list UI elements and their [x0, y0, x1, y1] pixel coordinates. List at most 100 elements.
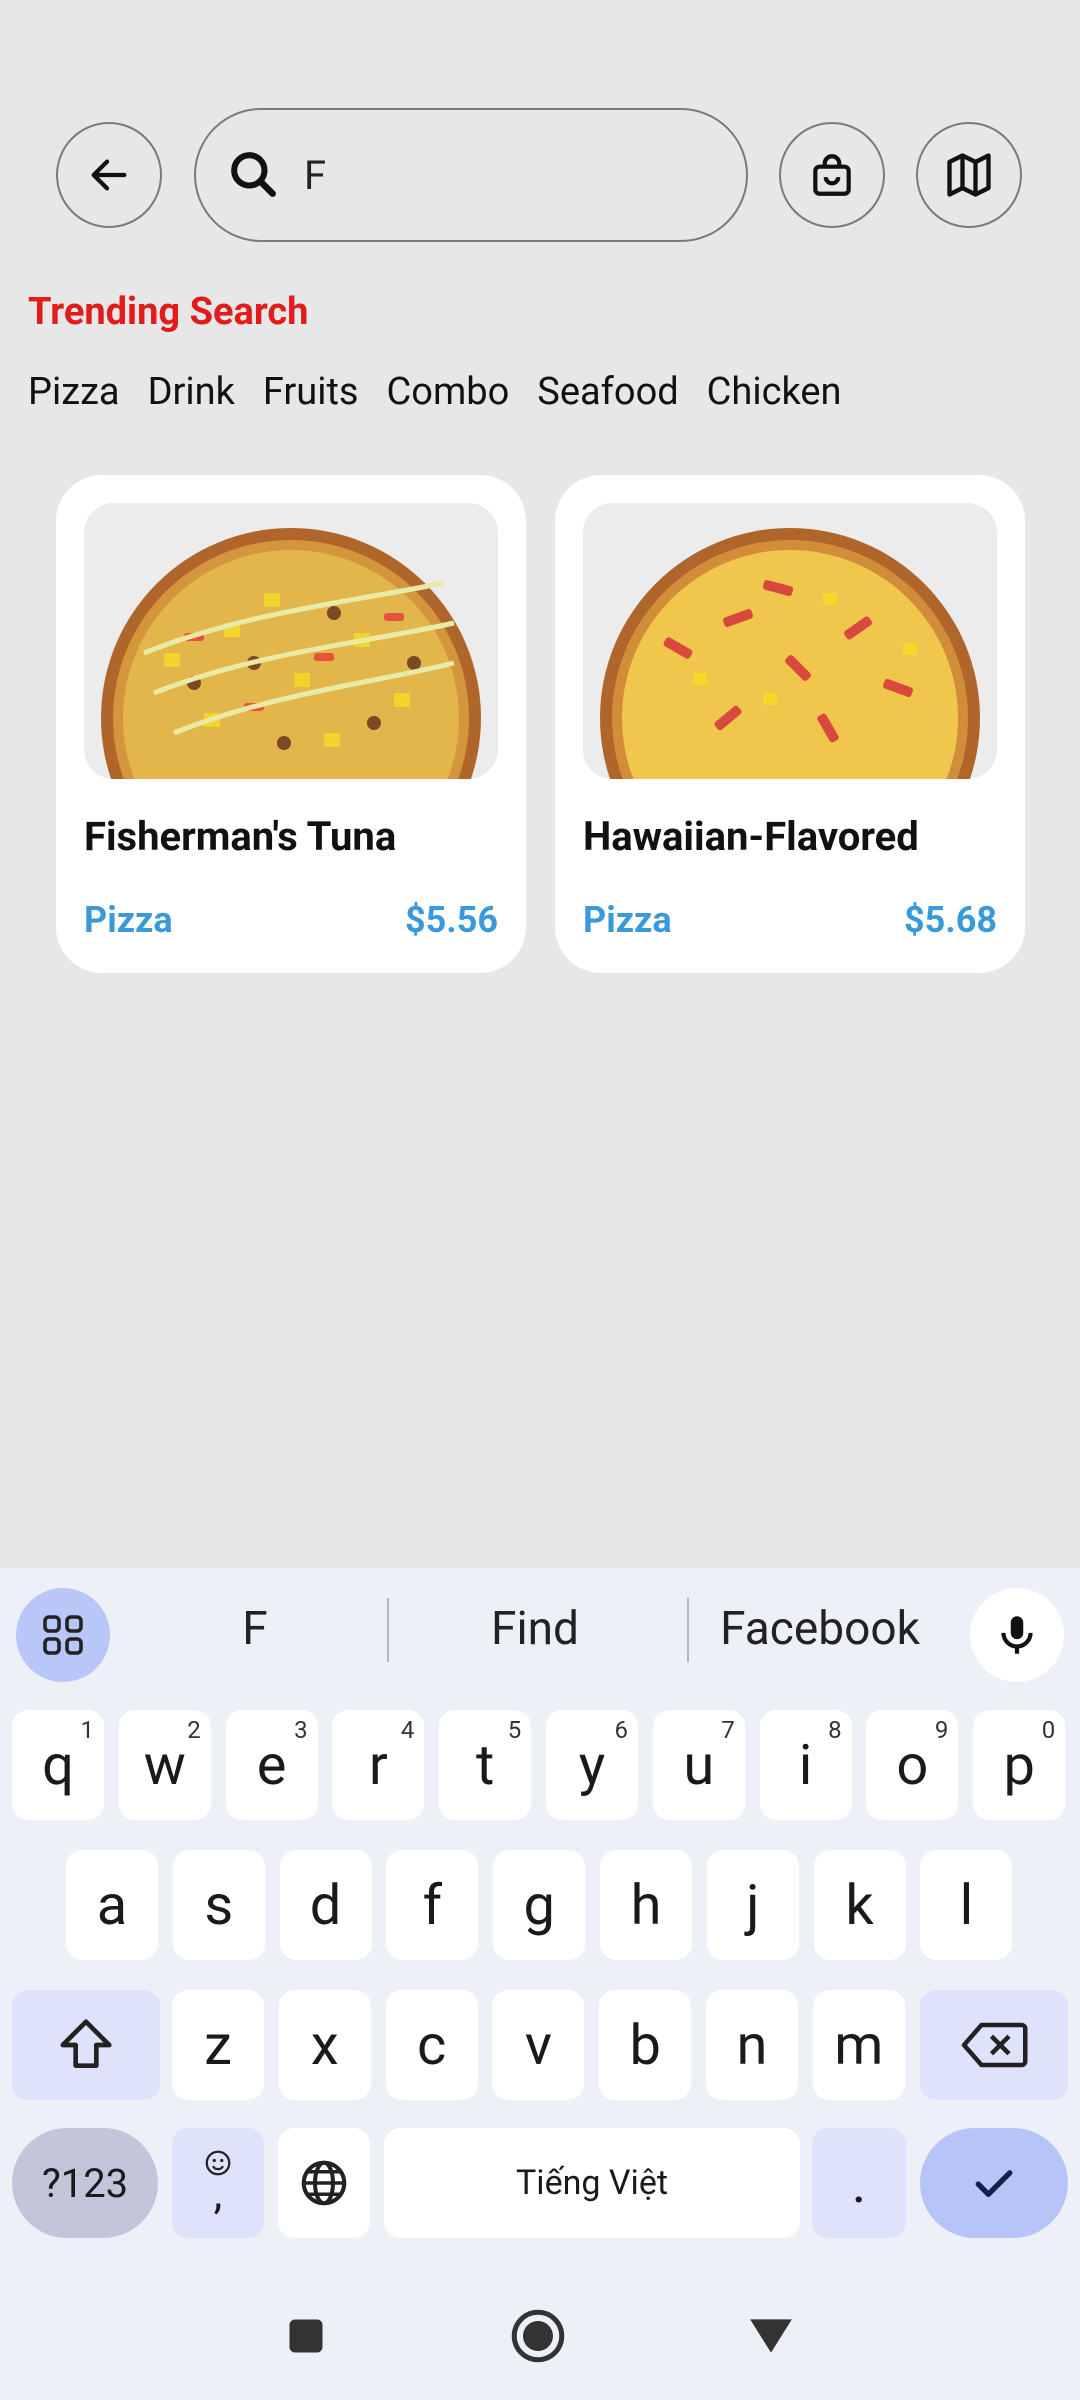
key-p[interactable]: p0	[973, 1710, 1066, 1820]
trending-search-title: Trending Search	[28, 290, 309, 334]
key-label: p	[1003, 1732, 1035, 1798]
voice-input-button[interactable]	[970, 1588, 1064, 1682]
symbols-key[interactable]: ?123	[12, 2128, 158, 2238]
search-field[interactable]: F	[194, 108, 748, 242]
key-j[interactable]: j	[706, 1850, 799, 1960]
trending-tags: Pizza Drink Fruits Combo Seafood Chicken	[28, 370, 842, 414]
search-icon	[231, 152, 276, 197]
key-t[interactable]: t5	[439, 1710, 532, 1820]
suggestion-divider	[387, 1598, 389, 1662]
microphone-icon	[1001, 1616, 1033, 1654]
arrow-left-icon	[91, 159, 127, 191]
suggestion-2[interactable]: Find	[430, 1602, 640, 1656]
period-key[interactable]: .	[812, 2128, 906, 2238]
product-category: Pizza	[583, 899, 672, 941]
key-number-hint: 9	[934, 1716, 949, 1744]
key-number-hint: 5	[507, 1716, 522, 1744]
recent-apps-icon[interactable]	[284, 2314, 328, 2358]
key-number-hint: 4	[400, 1716, 415, 1744]
backspace-icon	[961, 2022, 1028, 2068]
tag-seafood[interactable]: Seafood	[537, 370, 678, 414]
key-i[interactable]: i8	[759, 1710, 852, 1820]
key-u[interactable]: u7	[652, 1710, 745, 1820]
suggestion-3[interactable]: Facebook	[700, 1602, 940, 1656]
keyboard-apps-button[interactable]	[16, 1588, 110, 1682]
key-label: r	[368, 1732, 388, 1798]
key-label: o	[896, 1732, 929, 1798]
key-w[interactable]: w2	[118, 1710, 211, 1820]
product-category: Pizza	[84, 899, 173, 941]
key-label: y	[578, 1732, 606, 1798]
globe-icon	[301, 2160, 347, 2206]
key-label: w	[143, 1732, 186, 1798]
key-number-hint: 2	[187, 1716, 201, 1744]
key-q[interactable]: q1	[12, 1710, 104, 1820]
product-name: Fisherman's Tuna	[84, 813, 397, 860]
key-e[interactable]: e3	[225, 1710, 318, 1820]
comma-label: ,	[213, 2167, 223, 2219]
product-image	[583, 503, 997, 779]
enter-key[interactable]	[920, 2128, 1068, 2238]
suggestion-divider	[687, 1598, 689, 1662]
key-k[interactable]: k	[813, 1850, 906, 1960]
key-v[interactable]: v	[492, 1990, 585, 2100]
product-card[interactable]: Hawaiian-Flavored Pizza $5.68	[555, 475, 1025, 973]
key-b[interactable]: b	[599, 1990, 692, 2100]
key-r[interactable]: r4	[332, 1710, 425, 1820]
key-s[interactable]: s	[172, 1850, 265, 1960]
system-nav-bar	[0, 2284, 1080, 2400]
key-number-hint: 7	[721, 1716, 735, 1744]
soft-keyboard: F Find Facebook ?123 , Tiếng Việt . q 1 …	[0, 1568, 1080, 2400]
key-g[interactable]: g	[493, 1850, 586, 1960]
key-label: q	[42, 1732, 74, 1798]
product-image	[84, 503, 498, 779]
key-x[interactable]: x	[278, 1990, 371, 2100]
suggestion-bar: F Find Facebook	[0, 1568, 1080, 1688]
key-number-hint: 6	[614, 1716, 629, 1744]
product-price: $5.68	[903, 899, 997, 941]
backspace-key[interactable]	[920, 1990, 1068, 2100]
product-name: Hawaiian-Flavored	[583, 813, 919, 860]
key-number-hint: 0	[1041, 1716, 1056, 1744]
home-icon[interactable]	[508, 2306, 568, 2366]
shift-key[interactable]	[12, 1990, 160, 2100]
key-l[interactable]: l	[920, 1850, 1013, 1960]
check-icon	[975, 2170, 1013, 2197]
search-input[interactable]: F	[304, 152, 326, 199]
back-nav-icon[interactable]	[746, 2314, 796, 2358]
key-n[interactable]: n	[706, 1990, 798, 2100]
language-key[interactable]	[278, 2128, 370, 2238]
shift-arrow-icon	[60, 2019, 112, 2068]
key-label: i	[798, 1732, 813, 1798]
suggestion-1[interactable]: F	[155, 1602, 355, 1656]
key-z[interactable]: z	[172, 1990, 264, 2100]
grid-icon	[43, 1615, 83, 1655]
shopping-bag-icon	[813, 154, 851, 196]
key-y[interactable]: y6	[546, 1710, 638, 1820]
tag-drink[interactable]: Drink	[148, 370, 235, 414]
tag-chicken[interactable]: Chicken	[707, 370, 842, 414]
map-icon	[947, 153, 991, 197]
key-h[interactable]: h	[600, 1850, 692, 1960]
key-m[interactable]: m	[812, 1990, 905, 2100]
space-key[interactable]: Tiếng Việt	[384, 2128, 800, 2238]
key-label: e	[256, 1732, 287, 1798]
tag-fruits[interactable]: Fruits	[263, 370, 359, 414]
key-label: u	[683, 1732, 715, 1798]
key-number-hint: 1	[80, 1716, 95, 1744]
key-o[interactable]: o9	[866, 1710, 959, 1820]
key-number-hint: 8	[828, 1716, 842, 1744]
tag-pizza[interactable]: Pizza	[28, 370, 120, 414]
tag-combo[interactable]: Combo	[387, 370, 510, 414]
key-c[interactable]: c	[385, 1990, 478, 2100]
key-label: t	[476, 1732, 495, 1798]
product-card[interactable]: Fisherman's Tuna Pizza $5.56	[56, 475, 526, 973]
back-button[interactable]	[56, 122, 162, 228]
emoji-comma-key[interactable]: ,	[172, 2128, 264, 2238]
map-button[interactable]	[916, 122, 1022, 228]
key-number-hint: 3	[294, 1716, 308, 1744]
key-a[interactable]: a	[66, 1850, 158, 1960]
cart-button[interactable]	[779, 122, 885, 228]
key-f[interactable]: f	[386, 1850, 479, 1960]
key-d[interactable]: d	[279, 1850, 372, 1960]
